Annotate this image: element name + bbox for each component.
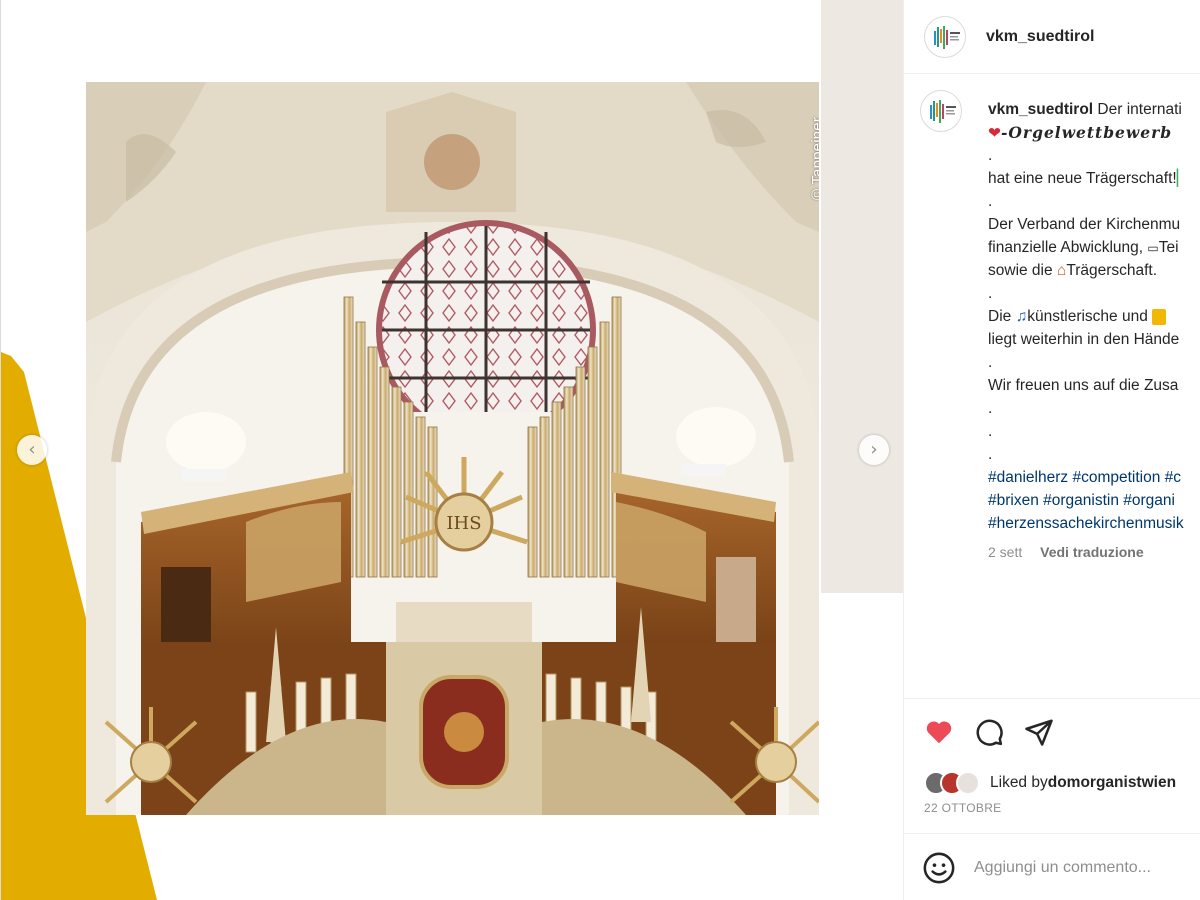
caption-line: Der Verband der Kirchenmu xyxy=(988,216,1181,233)
vkm-logo-icon xyxy=(934,25,960,49)
chevron-left-icon: ‹ xyxy=(28,439,36,460)
post-side-panel: vkm_suedtirol vkm_suedtirol Der internat… xyxy=(903,0,1200,900)
caption-line: sowie die xyxy=(988,262,1057,279)
post-date[interactable]: 22 OTTOBRE xyxy=(924,801,1001,815)
caption-text: vkm_suedtirol Der internati ❤-Orgelwettb… xyxy=(988,98,1200,564)
post-time[interactable]: 2 sett xyxy=(988,544,1022,560)
caption-line: Die xyxy=(988,308,1016,325)
emoji-icon[interactable] xyxy=(922,851,956,885)
caption-line: Der internati xyxy=(1097,101,1182,118)
action-icons xyxy=(924,717,1054,747)
comment-input[interactable] xyxy=(974,858,1194,877)
svg-text:IHS: IHS xyxy=(446,513,481,534)
emoji-icon: ▏ xyxy=(1176,170,1189,187)
caption-dot: . xyxy=(988,147,993,164)
caption-line: liegt weiterhin in den Hände xyxy=(988,331,1180,348)
caption-line: Trägerschaft. xyxy=(1066,262,1158,279)
post-header: vkm_suedtirol xyxy=(904,0,1200,74)
media-carousel: IHS © Tappeiner ‹ xyxy=(0,0,903,900)
house-emoji-icon: ⌂ xyxy=(1056,262,1067,279)
avatar[interactable] xyxy=(924,15,966,58)
post-username[interactable]: vkm_suedtirol xyxy=(986,28,1094,46)
caption-line: finanzielle Abwicklung, xyxy=(988,239,1148,256)
carousel-next-button[interactable]: › xyxy=(859,435,889,465)
caption-line: -Orgelwettbewerb xyxy=(1001,123,1173,142)
note-emoji-icon xyxy=(1152,308,1167,325)
caption-dot: . xyxy=(988,285,993,302)
avatar[interactable] xyxy=(956,771,980,795)
liked-by-user[interactable]: domorganistwien xyxy=(1048,774,1176,792)
hashtag-line[interactable]: #herzenssachekirchenmusik xyxy=(988,512,1200,535)
caption-line: Wir freuen uns auf die Zusa xyxy=(988,377,1179,394)
comment-box xyxy=(904,833,1200,900)
caption-line: künstlerische und xyxy=(1027,308,1153,325)
caption-line: hat eine neue Trägerschaft! xyxy=(988,170,1177,187)
caption-dot: . xyxy=(988,423,993,440)
caption-dot: . xyxy=(988,446,993,463)
vkm-logo-icon xyxy=(930,100,956,123)
caption-username[interactable]: vkm_suedtirol xyxy=(988,101,1093,118)
action-bar: Liked by domorganistwien 22 OTTOBRE xyxy=(904,698,1200,900)
send-icon[interactable] xyxy=(1024,717,1054,747)
photo-credit: © Tappeiner xyxy=(809,116,819,200)
caption-dot: . xyxy=(988,354,993,371)
carousel-prev-button[interactable]: ‹ xyxy=(17,435,47,465)
heart-emoji-icon: ❤ xyxy=(988,125,1001,142)
hashtag-line[interactable]: #danielherz #competition #c xyxy=(988,466,1200,489)
heart-icon[interactable] xyxy=(924,717,954,747)
liker-avatars xyxy=(924,771,980,795)
post-meta: 2 sett Vedi traduzione xyxy=(988,541,1200,564)
caption-avatar[interactable] xyxy=(920,90,962,132)
hashtag-line[interactable]: #brixen #organistin #organi xyxy=(988,489,1200,512)
post-photo: IHS © Tappeiner xyxy=(86,82,819,815)
comment-icon[interactable] xyxy=(974,717,1004,747)
liked-by: Liked by domorganistwien xyxy=(924,771,1176,795)
caption-dot: . xyxy=(988,400,993,417)
card-emoji-icon: ▭ xyxy=(1147,241,1159,255)
caption-dot: . xyxy=(988,193,993,210)
background-panel xyxy=(821,0,903,593)
caption-line: Tei xyxy=(1158,239,1179,256)
translate-link[interactable]: Vedi traduzione xyxy=(1040,544,1143,560)
music-emoji-icon: ♫ xyxy=(1015,308,1028,325)
liked-by-label: Liked by xyxy=(990,774,1048,791)
chevron-right-icon: › xyxy=(870,439,878,460)
